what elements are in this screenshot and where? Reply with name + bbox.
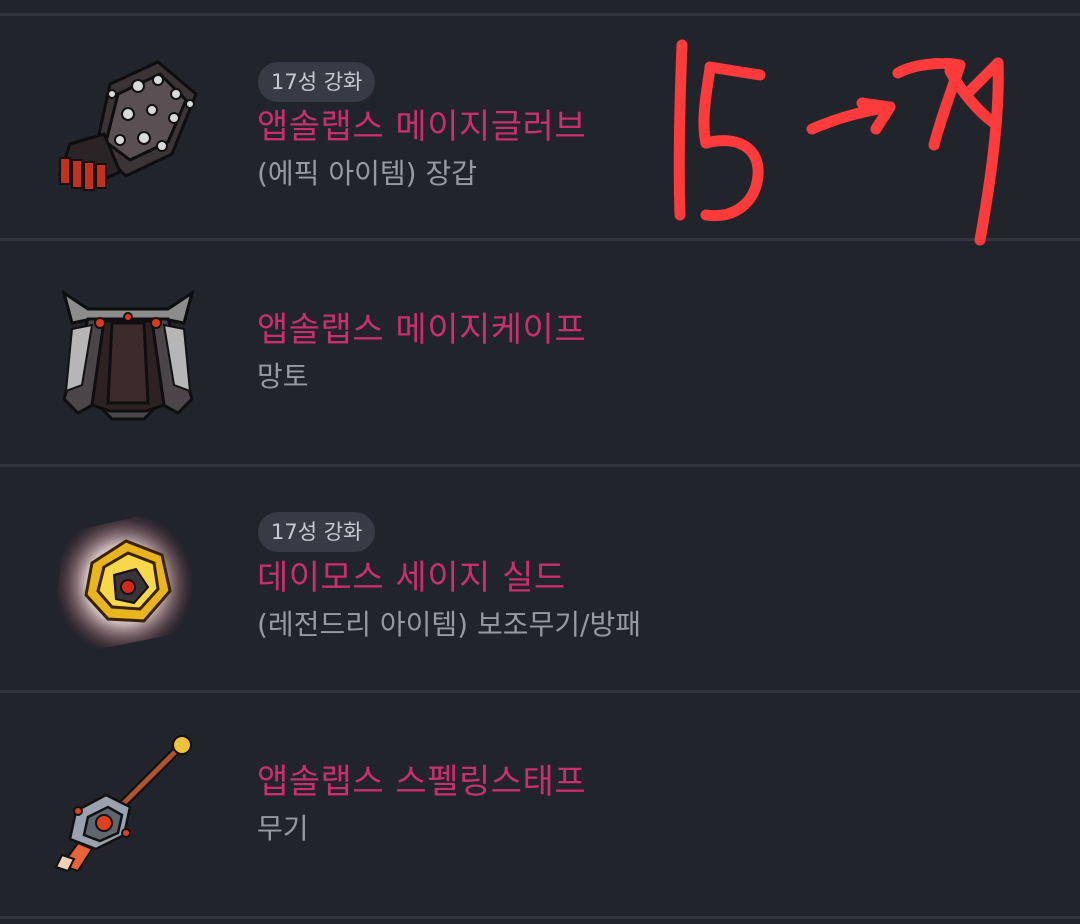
handwritten-annotation [650,35,1050,250]
item-type: (레전드리 아이템) 보조무기/방패 [257,608,641,641]
item-name[interactable]: 앱솔랩스 스펠링스태프 [257,761,586,803]
star-force-badge: 17성 강화 [258,512,376,552]
star-force-badge: 17성 강화 [258,62,376,102]
list-item-cape[interactable]: 앱솔랩스 메이지케이프 망토 [0,241,1080,464]
gloves-icon [48,54,208,214]
staff-icon [48,731,208,891]
item-type: 망토 [257,360,309,393]
item-name[interactable]: 앱솔랩스 메이지글러브 [257,106,586,148]
cape-icon [48,279,208,439]
divider [0,916,1080,919]
shield-icon [44,503,204,663]
list-item-staff[interactable]: 앱솔랩스 스펠링스태프 무기 [0,693,1080,916]
item-name[interactable]: 앱솔랩스 메이지케이프 [257,309,586,351]
list-item-shield[interactable]: 17성 강화 데이모스 세이지 실드 (레전드리 아이템) 보조무기/방패 [0,467,1080,690]
item-name[interactable]: 데이모스 세이지 실드 [257,557,566,599]
item-type: (에픽 아이템) 장갑 [257,157,477,190]
item-type: 무기 [257,812,309,845]
